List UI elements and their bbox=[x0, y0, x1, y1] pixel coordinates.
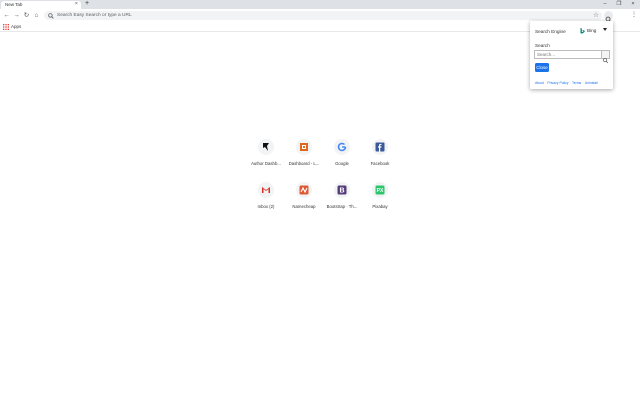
search-icon bbox=[48, 12, 54, 19]
omnibox[interactable]: Search Easy Search or type a URL ☆ bbox=[44, 11, 602, 20]
terms-link[interactable]: Terms bbox=[572, 81, 581, 85]
shortcut-pixabay[interactable]: PX Pixabay bbox=[360, 182, 400, 222]
dashboard-icon bbox=[296, 139, 312, 155]
tab-title: New Tab bbox=[5, 2, 23, 7]
popup-search-input[interactable] bbox=[534, 50, 605, 59]
uninstall-link[interactable]: Uninstall bbox=[585, 81, 598, 85]
shortcut-label: Pixabay bbox=[372, 204, 388, 209]
google-icon bbox=[334, 139, 350, 155]
shortcut-label: Facebook bbox=[370, 161, 390, 166]
search-engine-label: Search Engine bbox=[535, 29, 566, 34]
tab-close-icon[interactable]: × bbox=[75, 1, 78, 8]
apps-link[interactable]: Apps bbox=[11, 24, 21, 29]
svg-text:PX: PX bbox=[377, 188, 384, 194]
shortcut-facebook[interactable]: Facebook bbox=[360, 139, 400, 179]
chevron-down-icon bbox=[603, 28, 607, 31]
gmail-icon bbox=[258, 182, 274, 198]
svg-text:B: B bbox=[339, 188, 344, 195]
reload-icon[interactable]: ↻ bbox=[22, 11, 31, 20]
window-close-button[interactable]: × bbox=[626, 0, 640, 8]
search-engine-selected: Bing bbox=[587, 27, 597, 33]
omnibox-placeholder: Search Easy Search or type a URL bbox=[57, 12, 132, 18]
search-extension-popup: Search Engine Bing Search Close About·Pr… bbox=[530, 21, 613, 89]
maximize-button[interactable]: ❐ bbox=[612, 0, 626, 8]
tab-strip: New Tab × + – ❐ × bbox=[0, 0, 640, 9]
privacy-policy-link[interactable]: Privacy Policy bbox=[547, 81, 568, 85]
apps-grid-icon[interactable] bbox=[3, 24, 9, 30]
menu-icon[interactable]: ⋮ bbox=[631, 11, 637, 20]
home-icon[interactable]: ⌂ bbox=[32, 11, 41, 20]
namecheap-icon bbox=[296, 182, 312, 198]
popup-search-button[interactable] bbox=[601, 50, 610, 64]
tab-new-tab[interactable]: New Tab × bbox=[1, 1, 81, 9]
bookmark-star-icon[interactable]: ☆ bbox=[593, 12, 599, 20]
author-dashboard-icon bbox=[258, 139, 274, 155]
minimize-button[interactable]: – bbox=[598, 0, 612, 8]
shortcut-dashboard[interactable]: Dashboard - L... bbox=[284, 139, 324, 179]
search-engine-select[interactable]: Bing bbox=[578, 26, 610, 35]
bing-icon bbox=[580, 27, 585, 34]
back-icon[interactable]: ← bbox=[2, 11, 11, 20]
shortcut-google[interactable]: Google bbox=[322, 139, 362, 179]
shortcut-bootstrap[interactable]: B Bootstrap · Th... bbox=[322, 182, 362, 222]
search-label: Search bbox=[535, 43, 550, 48]
extension-search-icon[interactable] bbox=[604, 11, 613, 23]
shortcut-inbox[interactable]: Inbox (2) bbox=[246, 182, 286, 222]
shortcut-author-dashboard[interactable]: Author Dashb... bbox=[246, 139, 286, 179]
pixabay-icon: PX bbox=[372, 182, 388, 198]
close-button[interactable]: Close bbox=[535, 63, 549, 72]
new-tab-button[interactable]: + bbox=[85, 0, 89, 8]
search-icon bbox=[602, 57, 609, 64]
facebook-icon bbox=[372, 139, 388, 155]
bootstrap-icon: B bbox=[334, 182, 350, 198]
shortcut-namecheap[interactable]: Namecheap bbox=[284, 182, 324, 222]
forward-icon[interactable]: → bbox=[12, 11, 21, 20]
popup-footer: About·Privacy Policy·Terms·Uninstall bbox=[535, 81, 611, 85]
about-link[interactable]: About bbox=[535, 81, 544, 85]
